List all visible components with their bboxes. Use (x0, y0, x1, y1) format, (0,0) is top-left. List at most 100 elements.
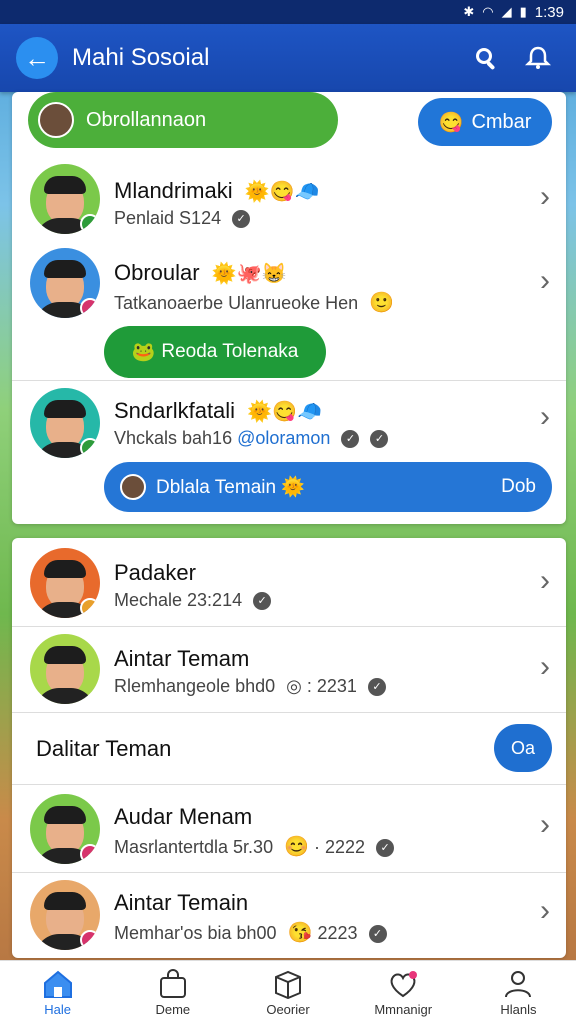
contact-name: Sndarlkfatali (114, 398, 236, 423)
notification-button[interactable] (516, 36, 560, 80)
contact-subtitle: Rlemhangeole bhd0 (114, 676, 276, 696)
list-item[interactable]: Mlandrimaki 🌞😋🧢 Penlaid S124 ✓ › (12, 162, 566, 238)
battery-icon: ▮ (519, 4, 527, 19)
contact-extra: 2223 (317, 923, 358, 943)
nav-store-label: Oeorier (266, 1001, 310, 1017)
nav-messages[interactable]: Mmnanigr (346, 961, 461, 1024)
check-icon: ✓ (232, 210, 251, 229)
section-button[interactable]: Oa (494, 724, 552, 772)
chevron-right-icon[interactable]: › (540, 650, 550, 684)
status-time: 1:39 (534, 3, 564, 21)
list-item[interactable]: Aintar Temain Memhar'os bia bh00 😘 2223 … (12, 876, 566, 956)
person-icon (505, 970, 532, 997)
list-item[interactable]: Padaker Mechale 23:214 ✓ › (12, 544, 566, 624)
home-icon (43, 970, 72, 998)
list-item[interactable]: Obroular 🌞🐙😸 Tatkanoaerbe Ulanrueoke Hen… (12, 242, 566, 322)
emoji-icon: 😘 (287, 922, 313, 944)
app-bar: ← Mahi Sosoial (0, 24, 576, 92)
nav-profile[interactable]: Hlanls (461, 961, 576, 1024)
avatar (30, 880, 100, 950)
list-item[interactable]: Audar Menam Masrlantertdla 5r.30 😊 · 222… (12, 790, 566, 870)
friends-card: Padaker Mechale 23:214 ✓ › Aintar Temam … (12, 538, 566, 958)
chat-header-label: Obrollannaon (86, 108, 207, 131)
nav-home[interactable]: Hale (0, 961, 115, 1024)
emoji-icon: 🌞 (281, 477, 306, 498)
search-button[interactable] (464, 36, 508, 80)
check-icon: ✓ (367, 678, 386, 697)
check-icon: ✓ (370, 430, 389, 449)
emoji-icon: 🙂 (369, 292, 395, 314)
status-bar: ✱ ◠ ◢ ▮ 1:39 (0, 0, 576, 24)
list-item[interactable]: Aintar Temam Rlemhangeole bhd0 ◎ : 2231 … (12, 630, 566, 710)
online-badge (80, 438, 100, 458)
contact-name: Padaker (114, 560, 196, 585)
green-action-label: Reoda Tolenaka (161, 341, 299, 362)
enter-button-label: Cmbar (471, 110, 532, 133)
bell-icon (524, 46, 552, 69)
avatar (38, 102, 74, 138)
chat-card-primary: Obrollannaon 😋 Cmbar Mlandrimaki 🌞😋🧢 Pen… (12, 92, 566, 524)
nav-messages-label: Mmnanigr (374, 1001, 433, 1017)
status-badge (80, 298, 100, 318)
bag-icon (159, 968, 186, 998)
avatar (30, 634, 100, 704)
chevron-right-icon[interactable]: › (540, 180, 550, 214)
avatar (30, 164, 100, 234)
friend-action-button[interactable]: Dblala Temain 🌞 Dob (104, 462, 552, 512)
contact-link[interactable]: @oloramon (237, 428, 330, 448)
check-icon: ✓ (341, 430, 360, 449)
back-arrow-icon[interactable]: ← (16, 37, 58, 79)
contact-subtitle: Masrlantertdla 5r.30 (114, 837, 274, 857)
chevron-right-icon[interactable]: › (540, 264, 550, 298)
emoji-icon: 🌞🐙😸 (211, 263, 287, 285)
nav-store[interactable]: Oeorier (230, 961, 345, 1024)
contact-subtitle: Mechale 23:214 (114, 590, 243, 610)
contact-name: Aintar Temam (114, 646, 250, 671)
contact-subtitle: Tatkanoaerbe Ulanrueoke Hen (114, 293, 359, 313)
list-item[interactable]: Sndarlkfatali 🌞😋🧢 Vhckals bah16 @oloramo… (12, 386, 566, 462)
contact-name: Audar Menam (114, 804, 253, 829)
search-icon (476, 48, 495, 70)
chat-header-pill[interactable]: Obrollannaon (28, 92, 338, 148)
contact-subtitle: Memhar'os bia bh00 (114, 923, 277, 943)
chevron-right-icon[interactable]: › (540, 894, 550, 928)
avatar (120, 474, 146, 500)
friend-action-right: Dob (501, 476, 536, 497)
contact-subtitle: Vhckals bah16 (114, 428, 233, 448)
friend-action-label: Dblala Temain (156, 477, 277, 498)
avatar (30, 248, 100, 318)
enter-button[interactable]: 😋 Cmbar (418, 98, 552, 146)
nav-game[interactable]: Deme (115, 961, 230, 1024)
chevron-right-icon[interactable]: › (540, 400, 550, 434)
box-icon (275, 970, 301, 999)
emoji-icon: 🌞😋🧢 (244, 181, 320, 203)
online-badge (80, 214, 100, 234)
avatar (30, 388, 100, 458)
signal-icon: ◢ (501, 4, 512, 19)
nav-game-label: Deme (155, 1001, 191, 1017)
page-title: Mahi Sosoial (72, 44, 210, 71)
status-badge (80, 930, 100, 950)
wifi-icon: ◠ (482, 4, 494, 19)
nav-home-label: Hale (44, 1001, 71, 1017)
section-title: Dalitar Teman (36, 736, 172, 761)
bottom-navigation: Hale Deme Oeorier Mmnanigr Hlanls (0, 960, 576, 1024)
chevron-right-icon[interactable]: › (540, 564, 550, 598)
contact-subtitle: Penlaid S124 (114, 208, 222, 228)
divider (12, 784, 566, 785)
chevron-right-icon[interactable]: › (540, 808, 550, 842)
nav-profile-label: Hlanls (500, 1001, 537, 1017)
divider (12, 872, 566, 873)
bluetooth-icon: ✱ (463, 4, 475, 19)
contact-name: Mlandrimaki (114, 178, 233, 203)
contact-name: Obroular (114, 260, 200, 285)
check-icon: ✓ (376, 839, 395, 858)
contact-extra: : 2231 (306, 676, 357, 696)
green-action-button[interactable]: 🐸 Reoda Tolenaka (104, 326, 326, 378)
divider (12, 626, 566, 627)
check-icon: ✓ (253, 592, 272, 611)
timer-icon: ◎ (286, 676, 302, 696)
divider (12, 380, 566, 381)
avatar (30, 548, 100, 618)
emoji-icon: 😋 (438, 111, 464, 134)
